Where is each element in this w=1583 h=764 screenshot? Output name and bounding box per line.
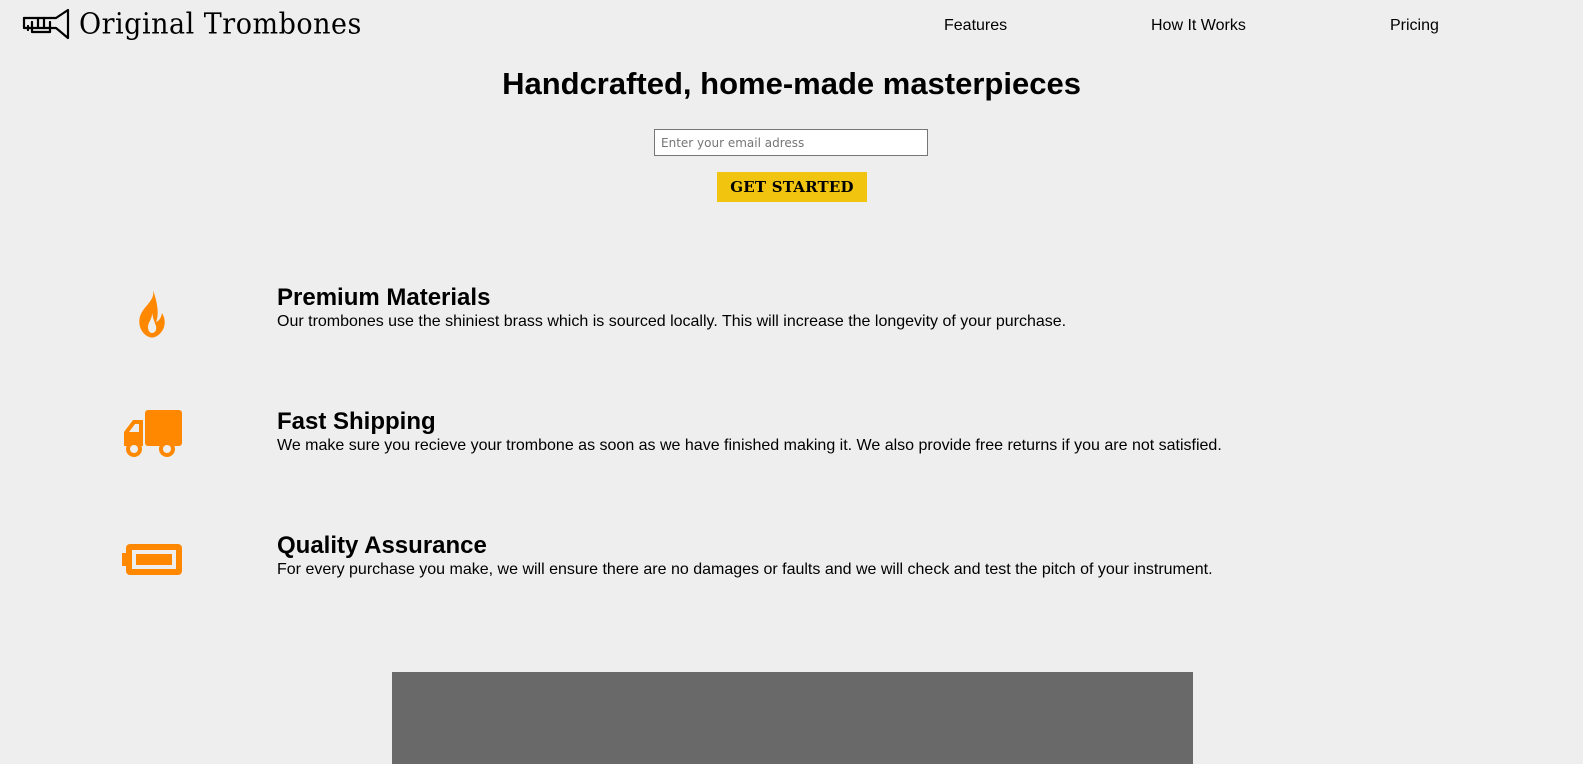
feature-premium-materials: Premium Materials Our trombones use the … — [0, 282, 1583, 362]
feature-description: Our trombones use the shiniest brass whi… — [277, 313, 1067, 330]
hero-title: Handcrafted, home-made masterpieces — [502, 66, 1081, 101]
feature-description: For every purchase you make, we will ens… — [277, 561, 1213, 578]
feature-fast-shipping: Fast Shipping We make sure you recieve y… — [0, 406, 1583, 486]
nav-link-features[interactable]: Features — [944, 17, 1007, 35]
battery-icon — [122, 544, 182, 575]
feature-title: Premium Materials — [277, 284, 491, 311]
trombone-icon — [22, 8, 70, 40]
video-placeholder[interactable] — [392, 672, 1193, 764]
truck-icon — [124, 410, 182, 457]
feature-title: Fast Shipping — [277, 408, 436, 435]
feature-description: We make sure you recieve your trombone a… — [277, 437, 1222, 454]
nav-link-how-it-works[interactable]: How It Works — [1151, 17, 1246, 35]
page-header: Original Trombones Features How It Works… — [0, 0, 1583, 54]
email-input[interactable] — [654, 129, 928, 156]
get-started-button[interactable]: GET STARTED — [717, 172, 867, 202]
landing-page: Original Trombones Features How It Works… — [0, 0, 1583, 764]
brand-name: Original Trombones — [79, 7, 362, 41]
fire-icon — [139, 290, 165, 338]
brand-logo[interactable]: Original Trombones — [22, 7, 362, 41]
feature-quality-assurance: Quality Assurance For every purchase you… — [0, 530, 1583, 610]
feature-title: Quality Assurance — [277, 532, 487, 559]
nav-link-pricing[interactable]: Pricing — [1390, 17, 1439, 35]
